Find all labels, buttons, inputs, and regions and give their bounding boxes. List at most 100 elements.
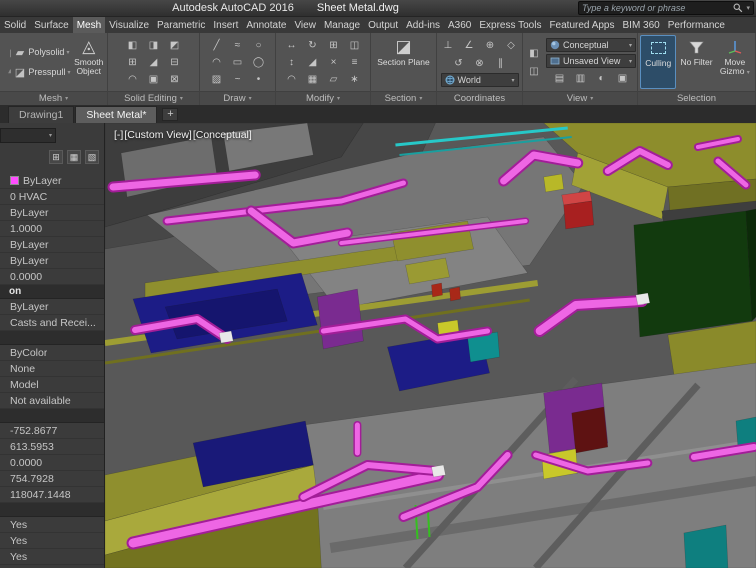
ucs-previous-icon[interactable]: ∠ xyxy=(459,37,479,53)
extrude-faces-icon[interactable]: ⊞ xyxy=(123,54,143,70)
property-row[interactable]: 0.0000 xyxy=(0,455,104,471)
property-row[interactable]: ByLayer xyxy=(0,237,104,253)
fillet-edge-icon[interactable]: ◠ xyxy=(123,71,143,87)
file-tab-drawing1[interactable]: Drawing1 xyxy=(8,106,75,123)
ribbon-tab-output[interactable]: Output xyxy=(364,17,402,33)
panel-label-modify[interactable]: Modify ▾ xyxy=(276,91,370,105)
ucs-world-icon[interactable]: ⊕ xyxy=(480,37,500,53)
ribbon-tab-bim-360[interactable]: BIM 360 xyxy=(619,17,664,33)
category-header[interactable] xyxy=(0,409,104,423)
scale-icon[interactable]: ◢ xyxy=(303,54,323,70)
polysolid-button[interactable]: ▰ Polysolid ▾ xyxy=(13,44,70,60)
panel-label-view[interactable]: View ▾ xyxy=(523,91,637,105)
property-row[interactable]: Model xyxy=(0,377,104,393)
category-header[interactable]: on xyxy=(0,285,104,299)
property-row[interactable]: Yes xyxy=(0,517,104,533)
property-row[interactable]: ByLayer xyxy=(0,299,104,315)
viewport-menu-control[interactable]: [-] xyxy=(114,129,123,141)
visual-styles-manager-icon[interactable]: ▤ xyxy=(550,70,570,86)
ucs-view-icon[interactable]: ∥ xyxy=(491,55,511,71)
ucs-icon[interactable]: ⊥ xyxy=(438,37,458,53)
viewport-view-control[interactable]: [Custom View] xyxy=(124,129,192,141)
toggle-pickadd-icon[interactable]: ⊞ xyxy=(49,150,63,164)
property-row[interactable]: Yes xyxy=(0,549,104,565)
category-header[interactable] xyxy=(0,503,104,517)
property-row[interactable]: 1.0000 xyxy=(0,221,104,237)
panel-label-draw[interactable]: Draw ▾ xyxy=(200,91,275,105)
ucs-dropdown[interactable]: World ▾ xyxy=(440,73,519,87)
panel-label-selection[interactable]: Selection xyxy=(638,91,755,105)
property-row[interactable]: 118047.1448 xyxy=(0,487,104,503)
fillet-icon[interactable]: ◠ xyxy=(282,71,302,87)
property-row-layer[interactable]: 0 HVAC xyxy=(0,189,104,205)
property-row[interactable]: None xyxy=(0,361,104,377)
polyline-icon[interactable]: ≈ xyxy=(228,37,248,53)
hatch-icon[interactable]: ▨ xyxy=(207,71,227,87)
ribbon-tab-surface[interactable]: Surface xyxy=(30,17,72,33)
clipped-tool-icon[interactable]: ▮ xyxy=(2,45,11,61)
mirror-icon[interactable]: ◫ xyxy=(345,37,365,53)
union-icon[interactable]: ◧ xyxy=(123,37,143,53)
point-icon[interactable]: • xyxy=(249,71,269,87)
category-header[interactable] xyxy=(0,331,104,345)
property-row[interactable]: ByLayer xyxy=(0,205,104,221)
smooth-object-button[interactable]: ◬ Smooth Object xyxy=(72,35,105,89)
panel-label-section[interactable]: Section ▾ xyxy=(371,91,436,105)
viewport-configuration-icon[interactable]: ◫ xyxy=(524,63,544,79)
ribbon-tab-manage[interactable]: Manage xyxy=(320,17,364,33)
render-icon[interactable]: ▥ xyxy=(571,70,591,86)
named-views-icon[interactable]: ◧ xyxy=(524,45,544,61)
property-row[interactable]: Yes xyxy=(0,533,104,549)
no-filter-button[interactable]: No Filter xyxy=(678,35,714,89)
search-icon[interactable] xyxy=(733,3,743,13)
ribbon-tab-insert[interactable]: Insert xyxy=(209,17,242,33)
culling-button[interactable]: Culling xyxy=(640,35,677,89)
extend-icon[interactable]: ≡ xyxy=(345,54,365,70)
select-objects-icon[interactable]: ▦ xyxy=(67,150,81,164)
ribbon-tab-featured-apps[interactable]: Featured Apps xyxy=(545,17,618,33)
quick-select-icon[interactable]: ▧ xyxy=(85,150,99,164)
presspull-button[interactable]: ◪ Presspull ▾ xyxy=(13,64,71,80)
named-view-dropdown[interactable]: Unsaved View ▾ xyxy=(546,54,636,68)
taper-faces-icon[interactable]: ◢ xyxy=(144,54,164,70)
visual-style-dropdown[interactable]: Conceptual ▾ xyxy=(546,38,636,52)
viewport-style-control[interactable]: [Conceptual] xyxy=(193,129,252,141)
ellipse-icon[interactable]: ◯ xyxy=(249,54,269,70)
arc-icon[interactable]: ◠ xyxy=(207,54,227,70)
drawing-viewport[interactable]: [-] [Custom View] [Conceptual] xyxy=(105,123,756,568)
ribbon-tab-express-tools[interactable]: Express Tools xyxy=(475,17,545,33)
offset-edges-icon[interactable]: ⊟ xyxy=(165,54,185,70)
ribbon-tab-a360[interactable]: A360 xyxy=(444,17,475,33)
intersect-icon[interactable]: ◩ xyxy=(165,37,185,53)
line-icon[interactable]: ╱ xyxy=(207,37,227,53)
ribbon-tab-visualize[interactable]: Visualize xyxy=(105,17,153,33)
explode-icon[interactable]: ∗ xyxy=(345,71,365,87)
property-row-color[interactable]: ByLayer xyxy=(0,173,104,189)
ribbon-tab-solid[interactable]: Solid xyxy=(0,17,30,33)
ribbon-tab-view[interactable]: View xyxy=(290,17,320,33)
ribbon-tab-performance[interactable]: Performance xyxy=(664,17,729,33)
panel-label-mesh[interactable]: Mesh ▾ xyxy=(0,91,107,105)
ribbon-tab-parametric[interactable]: Parametric xyxy=(153,17,209,33)
move-icon[interactable]: ↔ xyxy=(282,37,302,53)
ucs-object-icon[interactable]: ◇ xyxy=(501,37,521,53)
property-row[interactable]: 754.7928 xyxy=(0,471,104,487)
ribbon-tab-add-ins[interactable]: Add-ins xyxy=(402,17,444,33)
section-plane-button[interactable]: ◪ Section Plane xyxy=(377,35,431,89)
property-row[interactable]: 613.5953 xyxy=(0,439,104,455)
erase-icon[interactable]: ▱ xyxy=(324,71,344,87)
lights-icon[interactable]: ▣ xyxy=(613,70,633,86)
subtract-icon[interactable]: ◨ xyxy=(144,37,164,53)
interference-check-icon[interactable]: ⊠ xyxy=(165,71,185,87)
stretch-icon[interactable]: ↕ xyxy=(282,54,302,70)
ucs-origin-icon[interactable]: ↺ xyxy=(449,55,469,71)
ucs-z-axis-icon[interactable]: ⊗ xyxy=(470,55,490,71)
property-row[interactable]: -752.8677 xyxy=(0,423,104,439)
array-icon[interactable]: ▦ xyxy=(303,71,323,87)
property-row[interactable]: 0.0000 xyxy=(0,269,104,285)
shell-icon[interactable]: ▣ xyxy=(144,71,164,87)
search-input[interactable] xyxy=(582,3,731,13)
trim-icon[interactable]: × xyxy=(324,54,344,70)
panel-label-solid-editing[interactable]: Solid Editing ▾ xyxy=(108,91,199,105)
materials-icon[interactable]: ◐ xyxy=(592,70,612,86)
